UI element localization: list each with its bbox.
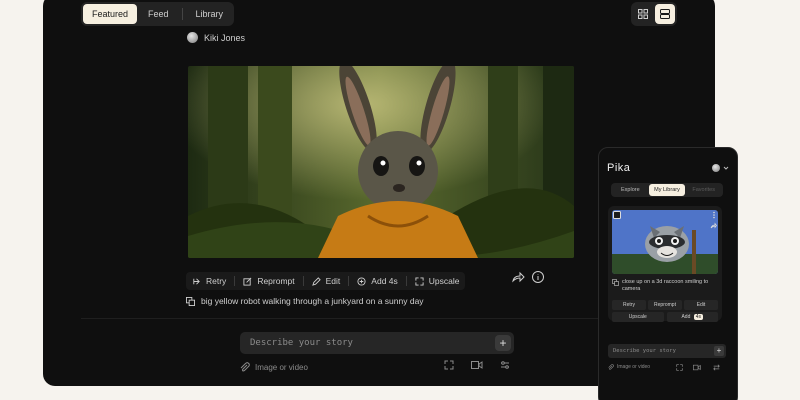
divider — [81, 318, 677, 319]
more-icon[interactable] — [711, 211, 717, 219]
author[interactable]: Kiki Jones — [187, 32, 245, 43]
pika-logo: Pika — [607, 162, 631, 174]
add-button[interactable]: + — [495, 335, 511, 351]
add-badge: 4s — [693, 314, 704, 320]
phone-add-button[interactable]: Add 4s — [666, 312, 718, 322]
tab-featured[interactable]: Featured — [83, 4, 138, 24]
edit-icon — [311, 276, 321, 286]
aspect-ratio-icon[interactable] — [444, 360, 454, 370]
phone-retry-button[interactable]: Retry — [612, 300, 646, 310]
action-divider — [302, 276, 304, 286]
phone-add-story-button[interactable]: + — [714, 346, 724, 356]
action-bar: Retry Reprompt Edit Add 4s Upscale — [186, 272, 466, 290]
camera-icon[interactable] — [693, 364, 701, 371]
paperclip-icon — [608, 364, 614, 370]
copy-icon[interactable] — [612, 279, 619, 286]
view-toggle — [631, 2, 677, 26]
phone-add-label: Add — [681, 314, 691, 320]
phone-edit-button[interactable]: Edit — [684, 300, 718, 310]
phone-mockup: Pika Explore My Library Favorites close … — [598, 147, 738, 400]
tab-divider — [181, 8, 183, 20]
phone-attach-label: Image or video — [617, 364, 651, 370]
phone-reprompt-button[interactable]: Reprompt — [648, 300, 682, 310]
reprompt-label: Reprompt — [257, 276, 295, 286]
story-placeholder: Describe your story — [250, 338, 353, 348]
action-divider — [234, 276, 236, 286]
phone-actions-row2: Upscale Add 4s — [612, 312, 718, 322]
copy-icon[interactable] — [186, 296, 195, 306]
avatar — [712, 164, 720, 172]
add-4s-button[interactable]: Add 4s — [351, 272, 403, 290]
video-player[interactable] — [188, 66, 574, 258]
phone-upscale-button[interactable]: Upscale — [612, 312, 664, 322]
action-divider — [348, 276, 350, 286]
select-icon[interactable] — [613, 211, 621, 219]
nav-tabs: Featured Feed Library — [81, 2, 235, 26]
action-divider — [405, 276, 407, 286]
retry-button[interactable]: Retry — [186, 272, 232, 290]
phone-story-input[interactable]: Describe your story + — [608, 344, 726, 358]
grid-icon — [638, 9, 648, 19]
edit-label: Edit — [325, 276, 341, 286]
upscale-button[interactable]: Upscale — [409, 272, 466, 290]
tab-my-library[interactable]: My Library — [648, 184, 686, 196]
retry-icon — [193, 277, 200, 285]
rabbit-video-frame — [188, 66, 574, 258]
video-card: close up on a 3d raccoon smiling to came… — [608, 206, 722, 322]
author-name: Kiki Jones — [204, 32, 246, 43]
phone-story-placeholder: Describe your story — [613, 348, 676, 354]
phone-caption: close up on a 3d raccoon smiling to came… — [622, 279, 709, 292]
add-4s-label: Add 4s — [371, 276, 398, 286]
pencil-square-icon — [243, 277, 252, 286]
tab-library[interactable]: Library — [187, 4, 233, 24]
attach-button[interactable]: Image or video — [240, 362, 308, 372]
swap-icon[interactable] — [713, 364, 720, 371]
aspect-ratio-icon[interactable] — [676, 364, 683, 371]
tab-feed[interactable]: Feed — [139, 4, 178, 24]
share-icon[interactable] — [710, 222, 717, 229]
story-input[interactable]: Describe your story + — [240, 332, 514, 354]
edit-button[interactable]: Edit — [306, 272, 347, 290]
raccoon-video-frame — [612, 210, 718, 274]
info-icon[interactable] — [531, 270, 545, 284]
chevron-down-icon — [723, 166, 729, 170]
upscale-label: Upscale — [428, 276, 460, 286]
camera-icon[interactable] — [471, 360, 483, 370]
phone-actions: Retry Reprompt Edit — [612, 300, 718, 310]
avatar — [187, 32, 198, 43]
attach-label: Image or video — [255, 362, 308, 372]
list-view-icon — [660, 9, 670, 19]
expand-icon — [415, 276, 424, 286]
phone-attach-button[interactable]: Image or video — [608, 364, 650, 370]
user-menu[interactable] — [712, 164, 729, 172]
extend-icon — [357, 276, 366, 286]
prompt-text: big yellow robot walking through a junky… — [201, 296, 424, 306]
grid-view-button[interactable] — [633, 4, 653, 24]
paperclip-icon — [240, 362, 250, 372]
list-view-button[interactable] — [655, 4, 675, 24]
prompt-row: big yellow robot walking through a junky… — [186, 296, 424, 306]
phone-tabs: Explore My Library Favorites — [611, 183, 723, 197]
raccoon-video[interactable] — [612, 210, 718, 274]
reprompt-button[interactable]: Reprompt — [237, 272, 300, 290]
share-icon[interactable] — [511, 270, 525, 284]
settings-sliders-icon[interactable] — [500, 360, 510, 370]
retry-label: Retry — [206, 276, 227, 286]
tab-favorites[interactable]: Favorites — [685, 184, 722, 196]
tab-explore[interactable]: Explore — [612, 184, 649, 196]
